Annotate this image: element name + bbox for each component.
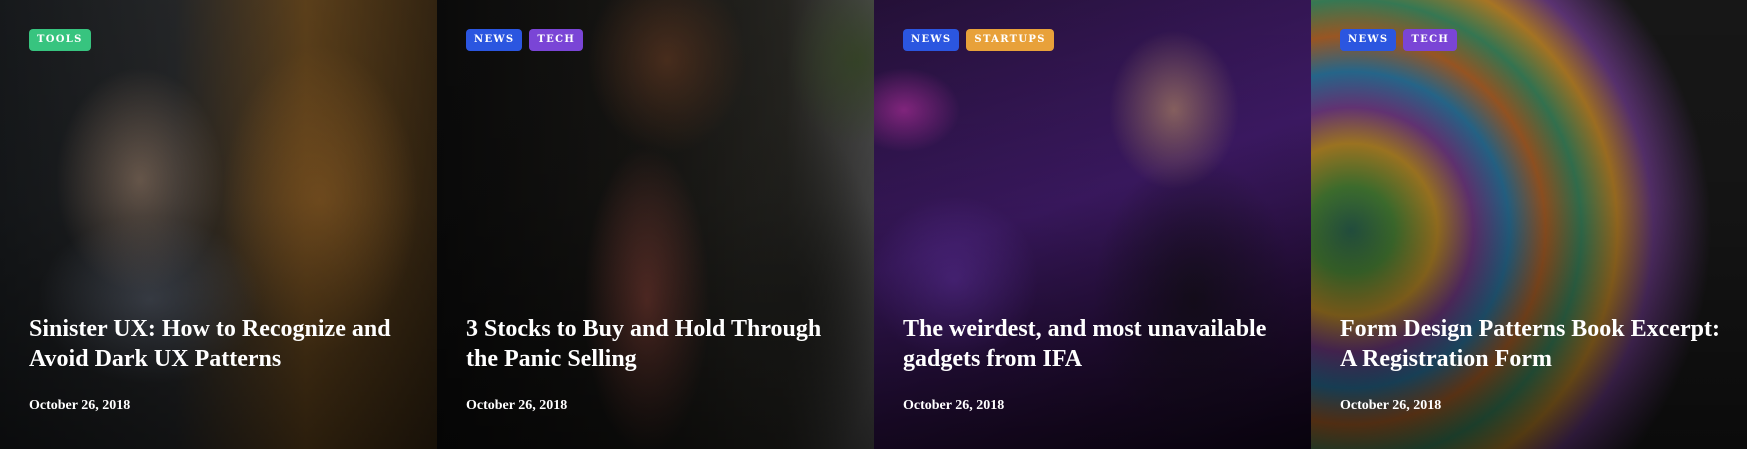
article-grid: TOOLS Sinister UX: How to Recognize and …: [0, 0, 1747, 449]
image-overlay: [0, 0, 437, 449]
article-card-4[interactable]: NEWS TECH Form Design Patterns Book Exce…: [1311, 0, 1747, 449]
article-title[interactable]: Sinister UX: How to Recognize and Avoid …: [29, 314, 417, 374]
article-card-3[interactable]: NEWS STARTUPS The weirdest, and most una…: [874, 0, 1311, 449]
article-title[interactable]: The weirdest, and most unavailable gadge…: [903, 314, 1291, 374]
article-card-1[interactable]: TOOLS Sinister UX: How to Recognize and …: [0, 0, 437, 449]
article-card-2[interactable]: NEWS TECH 3 Stocks to Buy and Hold Throu…: [437, 0, 874, 449]
tag-news[interactable]: NEWS: [466, 29, 523, 51]
article-date: October 26, 2018: [1340, 398, 1442, 413]
article-title[interactable]: Form Design Patterns Book Excerpt: A Reg…: [1340, 314, 1727, 374]
tag-list: NEWS TECH: [1340, 29, 1458, 51]
tag-list: TOOLS: [29, 29, 91, 51]
tag-news[interactable]: NEWS: [903, 29, 960, 51]
tag-tools[interactable]: TOOLS: [29, 29, 91, 51]
article-date: October 26, 2018: [29, 398, 131, 413]
tag-startups[interactable]: STARTUPS: [966, 29, 1054, 51]
article-date: October 26, 2018: [466, 398, 568, 413]
tag-news[interactable]: NEWS: [1340, 29, 1397, 51]
image-overlay: [874, 0, 1311, 449]
article-title[interactable]: 3 Stocks to Buy and Hold Through the Pan…: [466, 314, 854, 374]
tag-tech[interactable]: TECH: [1403, 29, 1458, 51]
tag-list: NEWS TECH: [466, 29, 584, 51]
tag-tech[interactable]: TECH: [529, 29, 584, 51]
image-overlay: [437, 0, 874, 449]
tag-list: NEWS STARTUPS: [903, 29, 1054, 51]
image-overlay: [1311, 0, 1747, 449]
article-date: October 26, 2018: [903, 398, 1005, 413]
